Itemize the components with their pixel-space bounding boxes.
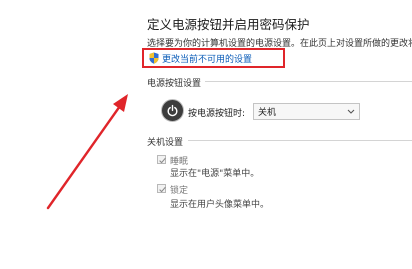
change-link-label: 更改当前不可用的设置 <box>162 54 253 65</box>
page-title: 定义电源按钮并启用密码保护 <box>147 17 310 32</box>
lock-option-label: 锁定 <box>170 186 189 196</box>
power-button-action-select[interactable]: 关机 <box>253 103 360 120</box>
uac-shield-icon <box>149 52 159 64</box>
section-divider <box>205 81 412 82</box>
sleep-checkbox[interactable] <box>157 155 166 164</box>
shutdown-section-heading: 关机设置 <box>147 138 184 148</box>
section-divider <box>188 140 412 141</box>
chevron-down-icon <box>347 109 355 114</box>
select-value: 关机 <box>258 108 277 118</box>
power-button-section-heading: 电源按钮设置 <box>147 79 202 89</box>
lock-checkbox[interactable] <box>157 184 166 193</box>
sleep-option-description: 显示在"电源"菜单中。 <box>170 169 260 179</box>
checkmark-icon <box>159 186 166 193</box>
lock-option-description: 显示在用户头像菜单中。 <box>170 200 270 210</box>
checkmark-icon <box>159 157 166 164</box>
power-button-action-label: 按电源按钮时: <box>188 109 246 119</box>
power-icon <box>161 99 184 122</box>
change-unavailable-settings-link[interactable]: 更改当前不可用的设置 <box>142 48 285 68</box>
